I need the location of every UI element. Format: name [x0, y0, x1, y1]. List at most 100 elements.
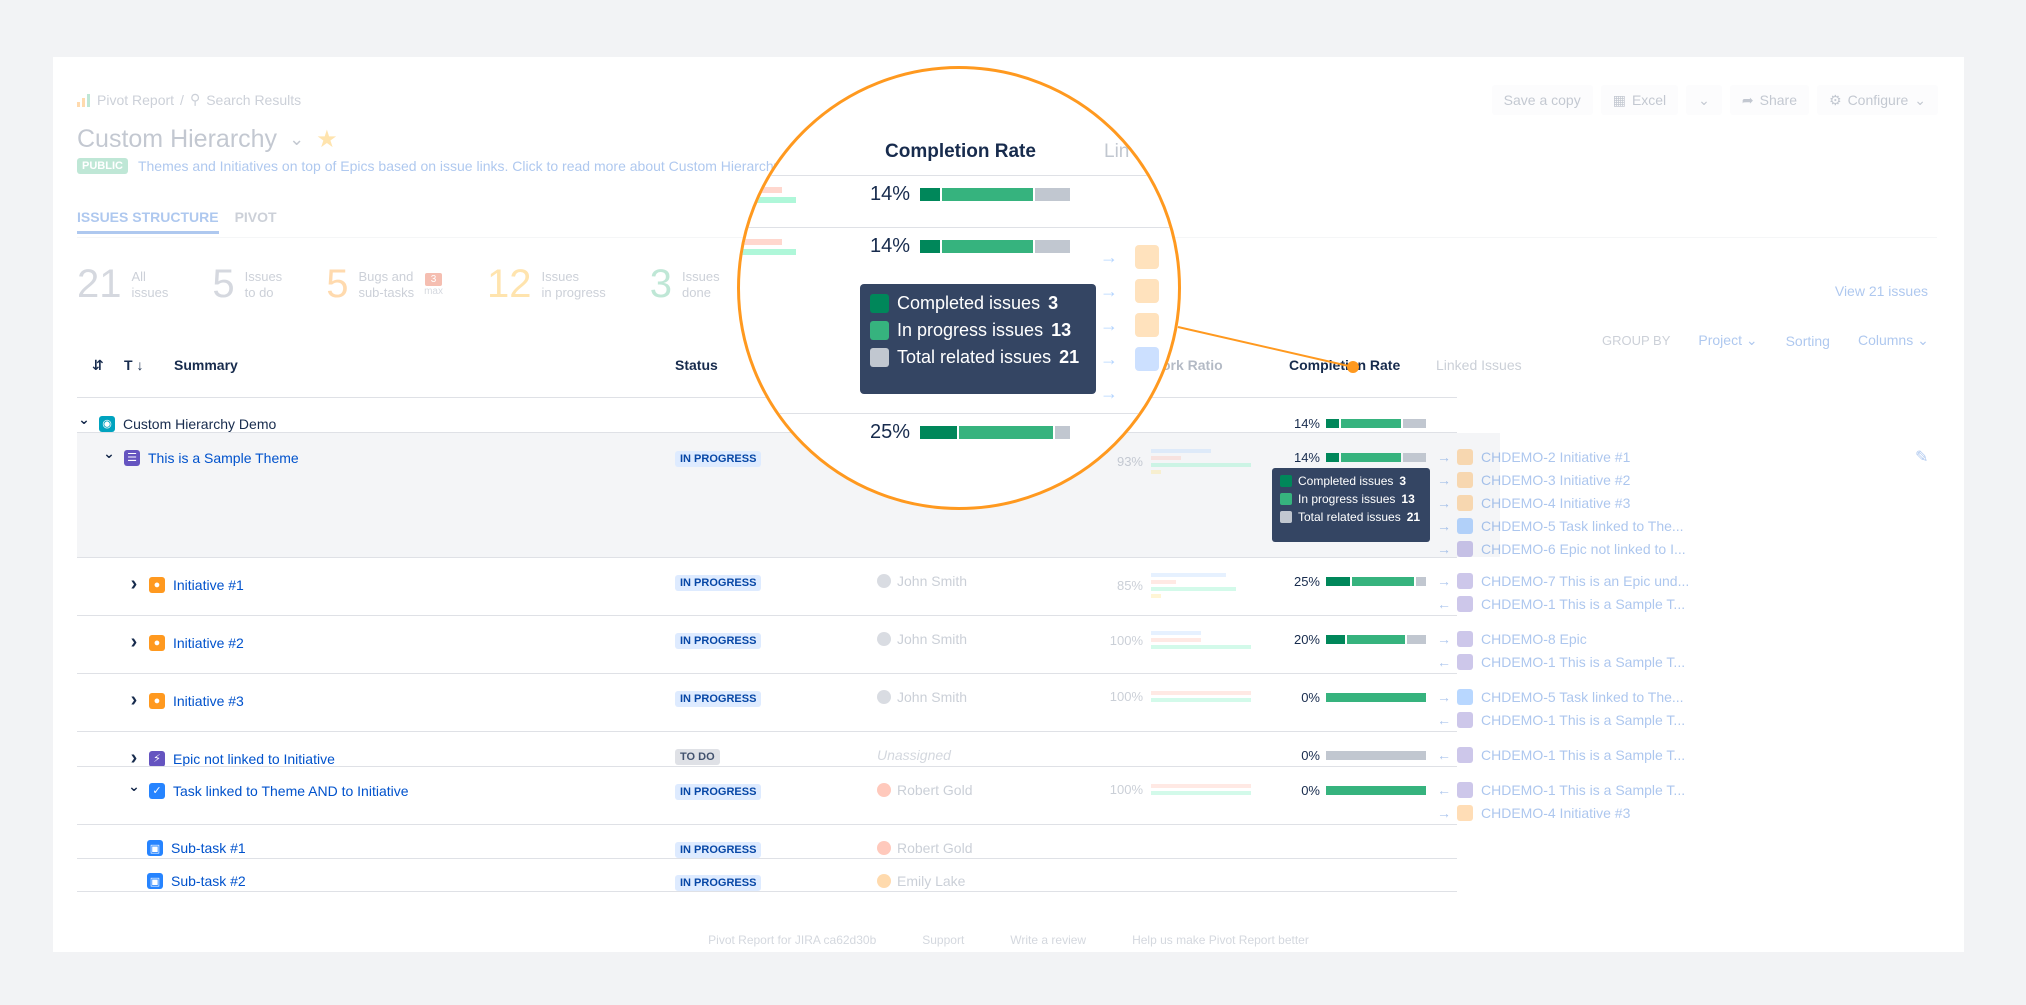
columns-button[interactable]: Columns ⌄ — [1858, 332, 1929, 349]
arrow-right-icon: → — [1100, 349, 1118, 369]
stat-number: 5 — [212, 262, 235, 306]
status-badge[interactable]: IN PROGRESS — [675, 633, 762, 649]
issue-summary-link[interactable]: Epic not linked to Initiative — [173, 751, 335, 767]
assignee-cell[interactable]: Robert Gold — [877, 840, 972, 856]
tab-pivot[interactable]: PIVOT — [235, 209, 277, 234]
linked-issue[interactable]: → CHDEMO-7 This is an Epic und... — [1437, 572, 1689, 590]
linked-issue-text: CHDEMO-1 This is a Sample T... — [1481, 747, 1686, 763]
pencil-icon[interactable]: ✎ — [1915, 447, 1928, 467]
chevron-right-icon[interactable]: › — [127, 631, 141, 654]
sorting-button[interactable]: Sorting — [1786, 333, 1830, 349]
total-swatch — [870, 348, 889, 367]
stat-item[interactable]: 5 Bugs and sub-tasks 3 max — [326, 262, 443, 307]
issue-summary-link[interactable]: Initiative #3 — [173, 693, 244, 709]
chevron-right-icon[interactable]: › — [127, 689, 141, 712]
breadcrumb-app[interactable]: Pivot Report — [97, 92, 174, 108]
issue-summary-link[interactable]: Initiative #1 — [173, 577, 244, 593]
linked-issue[interactable]: → CHDEMO-6 Epic not linked to I... — [1437, 540, 1686, 558]
issue-summary-link[interactable]: Initiative #2 — [173, 635, 244, 651]
assignee-cell[interactable]: John Smith — [877, 689, 967, 705]
excel-button[interactable]: ▦ Excel — [1600, 85, 1679, 115]
footer-link[interactable]: Write a review — [1010, 933, 1086, 947]
group-by-select[interactable]: Project ⌄ — [1698, 332, 1757, 349]
linked-issue[interactable]: → CHDEMO-8 Epic — [1437, 630, 1685, 648]
chevron-down-icon[interactable]: ⌄ — [289, 129, 304, 150]
linked-issues-header[interactable]: Linked Issues — [1436, 357, 1522, 373]
footer-link[interactable]: Support — [922, 933, 964, 947]
stat-item[interactable]: 3 Issues done — [650, 262, 720, 307]
completion-rate-value: 0% — [1301, 748, 1320, 763]
breadcrumb-page[interactable]: Search Results — [206, 92, 301, 108]
status-badge[interactable]: IN PROGRESS — [675, 842, 762, 858]
assignee-cell[interactable]: Emily Lake — [877, 873, 965, 889]
linked-issue[interactable]: ← CHDEMO-1 This is a Sample T... — [1437, 781, 1685, 799]
linked-issue[interactable]: ← CHDEMO-1 This is a Sample T... — [1437, 746, 1685, 764]
description-link[interactable]: Themes and Initiatives on top of Epics b… — [138, 158, 781, 174]
tab-issues-structure[interactable]: ISSUES STRUCTURE — [77, 209, 219, 234]
linked-issue[interactable]: → CHDEMO-5 Task linked to The... — [1437, 688, 1685, 706]
status-badge[interactable]: IN PROGRESS — [675, 691, 762, 707]
completion-rate-cell[interactable]: 14% — [1290, 416, 1426, 431]
completion-rate-cell[interactable]: 25% — [1290, 574, 1426, 589]
status-header[interactable]: Status — [675, 357, 718, 373]
chevron-down-icon[interactable]: ⌄ — [127, 778, 141, 795]
assignee-cell[interactable]: Unassigned — [877, 747, 951, 765]
completion-rate-cell[interactable]: 0% — [1290, 748, 1426, 763]
chevron-down-icon[interactable]: ⌄ — [102, 445, 116, 462]
status-badge[interactable]: IN PROGRESS — [675, 784, 762, 800]
completion-rate-cell[interactable]: 0% — [1290, 690, 1426, 705]
completion-rate-cell[interactable]: 20% — [1290, 632, 1426, 647]
summary-header[interactable]: Summary — [174, 357, 238, 373]
view-all-issues-link[interactable]: View 21 issues — [1835, 283, 1928, 299]
stat-item[interactable]: 5 Issues to do — [212, 262, 282, 307]
completion-rate-value: 14% — [1293, 450, 1320, 465]
avatar — [877, 783, 891, 797]
completion-rate-header[interactable]: Completion Rate — [1289, 357, 1400, 373]
linked-issue-type-icon — [1457, 495, 1473, 511]
linked-issue[interactable]: ← CHDEMO-1 This is a Sample T... — [1437, 711, 1685, 729]
initiative-icon: ● — [149, 576, 165, 593]
stat-label-line1: Bugs and — [358, 268, 414, 284]
linked-issue[interactable]: ← CHDEMO-1 This is a Sample T... — [1437, 653, 1685, 671]
completion-rate-cell[interactable]: 14% — [1290, 450, 1426, 465]
linked-issue[interactable]: → CHDEMO-4 Initiative #3 — [1437, 804, 1685, 822]
issue-summary-link[interactable]: This is a Sample Theme — [148, 450, 299, 466]
linked-issue[interactable]: → CHDEMO-3 Initiative #2 — [1437, 471, 1686, 489]
status-badge[interactable]: IN PROGRESS — [675, 875, 762, 891]
share-button[interactable]: ➦ Share — [1729, 85, 1809, 115]
chevron-down-icon[interactable]: ⌄ — [77, 411, 91, 428]
completion-rate-cell[interactable]: 0% — [1290, 783, 1426, 798]
magnifier-total-label: Total related issues — [897, 347, 1052, 367]
group-by-bar: GROUP BY Project ⌄ Sorting Columns ⌄ — [1602, 332, 1929, 349]
footer-link[interactable]: Help us make Pivot Report better — [1132, 933, 1309, 947]
linked-issue[interactable]: → CHDEMO-5 Task linked to The... — [1437, 517, 1686, 535]
chevron-right-icon[interactable]: › — [127, 573, 141, 596]
assignee-cell[interactable]: Robert Gold — [877, 782, 972, 798]
page-title: Custom Hierarchy ⌄ ★ — [77, 125, 338, 154]
excel-dropdown-button[interactable]: ⌄ — [1686, 85, 1722, 115]
status-badge[interactable]: IN PROGRESS — [675, 575, 762, 591]
star-icon[interactable]: ★ — [316, 125, 338, 154]
linked-issue-text: CHDEMO-8 Epic — [1481, 631, 1587, 647]
linked-issue-text: CHDEMO-2 Initiative #1 — [1481, 449, 1631, 465]
expand-collapse-icon[interactable]: ⇵ — [92, 357, 104, 374]
status-badge[interactable]: TO DO — [675, 749, 720, 765]
excel-label: Excel — [1631, 92, 1667, 108]
issue-summary-link[interactable]: Task linked to Theme AND to Initiative — [173, 783, 409, 799]
configure-button[interactable]: ⚙ Configure ⌄ — [1817, 85, 1938, 115]
linked-issue[interactable]: → CHDEMO-2 Initiative #1 — [1437, 448, 1686, 466]
stat-item[interactable]: 21 All issues — [77, 262, 168, 307]
stat-item[interactable]: 12 Issues in progress — [487, 262, 606, 307]
issue-summary-link[interactable]: Sub-task #1 — [171, 840, 246, 856]
linked-issue-type-icon — [1457, 747, 1473, 763]
assignee-cell[interactable]: John Smith — [877, 631, 967, 647]
linked-issue[interactable]: ← CHDEMO-1 This is a Sample T... — [1437, 595, 1689, 613]
save-copy-button[interactable]: Save a copy — [1491, 85, 1593, 115]
issue-summary-link[interactable]: Sub-task #2 — [171, 873, 246, 889]
arrow-left-icon: ← — [1437, 782, 1451, 798]
assignee-cell[interactable]: John Smith — [877, 573, 967, 589]
pivot-report-logo-icon — [77, 93, 91, 107]
linked-issue[interactable]: → CHDEMO-4 Initiative #3 — [1437, 494, 1686, 512]
linked-issue-type-icon — [1457, 631, 1473, 647]
sort-type-header[interactable]: T ↓ — [124, 357, 143, 373]
